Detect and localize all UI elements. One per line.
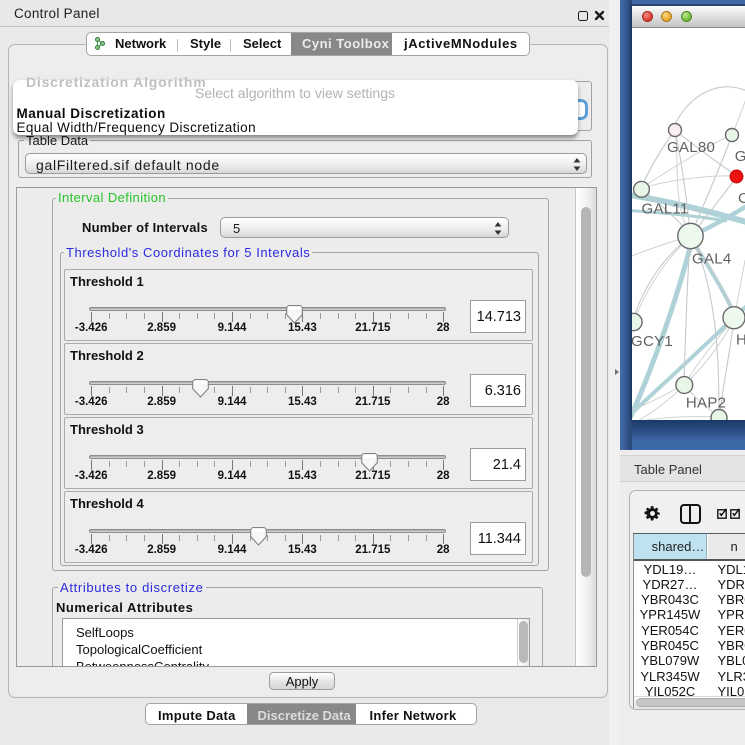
svg-text:HAP2: HAP2 [686,395,726,412]
svg-text:C: C [738,190,745,207]
svg-text:GAL80: GAL80 [667,139,715,156]
svg-text:GCY1: GCY1 [632,333,673,350]
svg-text:H: H [736,332,745,349]
svg-text:GAL11: GAL11 [642,201,689,218]
svg-text:G: G [735,148,745,165]
svg-text:GAL4: GAL4 [692,251,732,268]
